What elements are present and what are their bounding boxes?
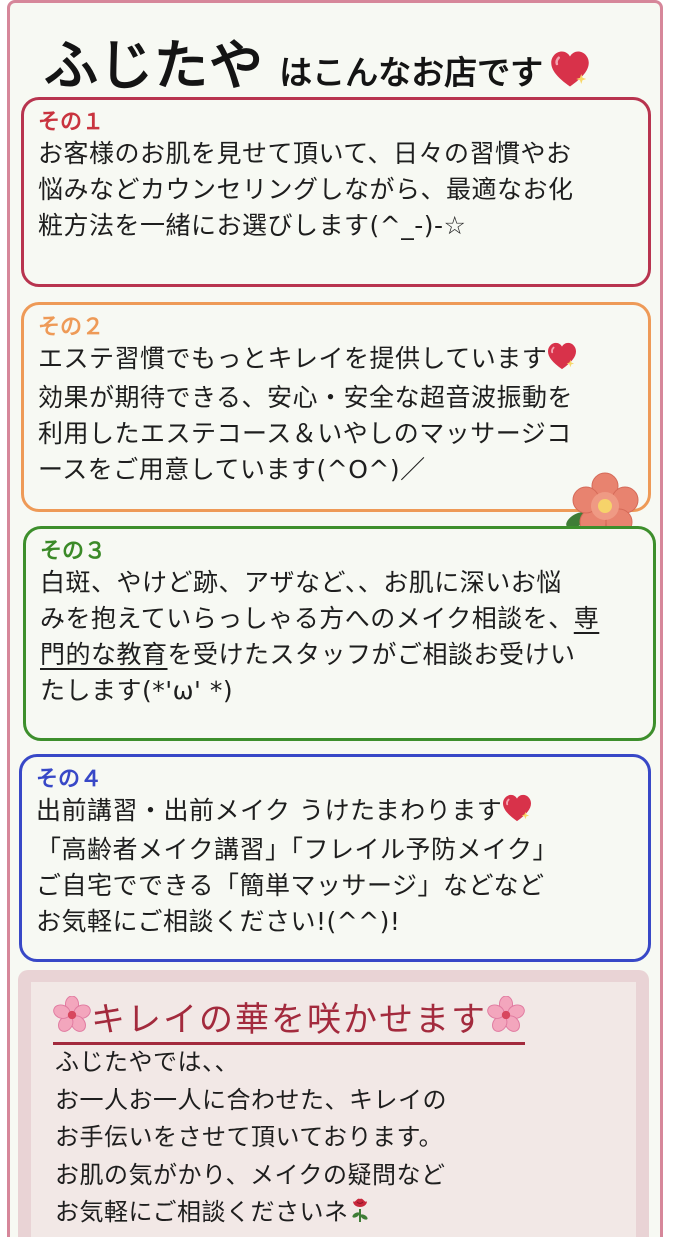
card-text-line: 門的な教育を受けたスタッフがご相談お受けい [40, 637, 639, 673]
underlined-text: 専 [573, 604, 600, 633]
message-line: ふじたやでは、、 [55, 1048, 239, 1076]
card-text-line: 「高齢者メイク講習」「フレイル予防メイク」 [36, 835, 559, 864]
card-text-line: お客様のお肌を見せて頂いて、日々の習慣やお [38, 139, 572, 168]
shop-name: ふじたや [44, 34, 264, 97]
message-box-inner: キレイの華を咲かせます ふじたやでは、、 お一人お一人に合わせた、キレイの お手… [31, 982, 636, 1237]
card-text: を受けたスタッフがご相談お受けい [167, 640, 576, 669]
card-text-line: みを抱えていらっしゃる方へのメイク相談を、専 [40, 601, 639, 637]
rose-icon [349, 1195, 371, 1235]
card-text-line: 悩みなどカウンセリングしながら、最適なお化 [38, 175, 574, 204]
card-text: エステ習慣でもっとキレイを提供しています [38, 344, 548, 373]
feature-card-1: その１ お客様のお肌を見せて頂いて、日々の習慣やお 悩みなどカウンセリングしなが… [21, 97, 651, 287]
card-text-line: ースをご用意しています(^O^)／ [38, 455, 426, 484]
card-text: みを抱えていらっしゃる方へのメイク相談を、 [40, 604, 574, 633]
card-number: その１ [38, 110, 105, 135]
page-header: ふじたや はこんなお店です [44, 21, 591, 97]
card-number: その４ [36, 767, 103, 792]
message-text: お気軽にご相談くださいネ [55, 1198, 349, 1226]
card-text-line: ご自宅でできる「簡単マッサージ」などなど [36, 871, 545, 900]
message-title: キレイの華を咲かせます [51, 992, 527, 1045]
card-number: その２ [38, 315, 105, 340]
feature-card-2: その２ エステ習慣でもっとキレイを提供しています 効果が期待できる、安心・安全な… [21, 302, 651, 512]
message-box: キレイの華を咲かせます ふじたやでは、、 お一人お一人に合わせた、キレイの お手… [18, 970, 649, 1237]
cherry-blossom-icon [51, 995, 93, 1043]
message-line: お気軽にご相談くださいネ [55, 1194, 447, 1235]
message-line: お手伝いをさせて頂いております。 [55, 1123, 444, 1151]
feature-card-4: その４ 出前講習・出前メイク うけたまわります 「高齢者メイク講習」「フレイル予… [19, 754, 651, 962]
sparkling-heart-icon [547, 341, 578, 380]
message-line: お一人お一人に合わせた、キレイの [55, 1085, 447, 1114]
cherry-blossom-icon [485, 995, 527, 1043]
message-line: お肌の気がかり、メイクの疑問など [55, 1160, 446, 1189]
message-body: ふじたやでは、、 お一人お一人に合わせた、キレイの お手伝いをさせて頂いておりま… [55, 1044, 447, 1235]
card-text-line: エステ習慣でもっとキレイを提供しています [38, 341, 634, 380]
card-text-line: 利用したエステコース＆いやしのマッサージコ [38, 419, 572, 448]
sparkling-heart-icon [502, 794, 533, 832]
card-text: 出前講習・出前メイク うけたまわります [36, 796, 503, 825]
feature-card-3: その３ 白斑、やけど跡、アザなど、、お肌に深いお悩 みを抱えていらっしゃる方への… [23, 526, 656, 741]
header-tagline: はこんなお店です [279, 53, 544, 92]
message-title-text: キレイの華を咲かせます [91, 1000, 487, 1040]
card-number: その３ [40, 539, 107, 564]
underlined-text: 門的な教育 [40, 640, 168, 669]
card-text-line: 白斑、やけど跡、アザなど、、お肌に深いお悩 [40, 568, 562, 597]
card-text-line: 効果が期待できる、安心・安全な超音波振動を [38, 383, 574, 412]
sparkling-heart-icon [550, 50, 591, 92]
card-text-line: 出前講習・出前メイク うけたまわります [36, 793, 634, 832]
card-text-line: 粧方法を一緒にお選びします(^_-)-☆ [38, 211, 467, 240]
card-text-line: たします(*'ω' *) [40, 676, 234, 705]
card-text-line: お気軽にご相談ください!(^^)! [36, 907, 401, 936]
